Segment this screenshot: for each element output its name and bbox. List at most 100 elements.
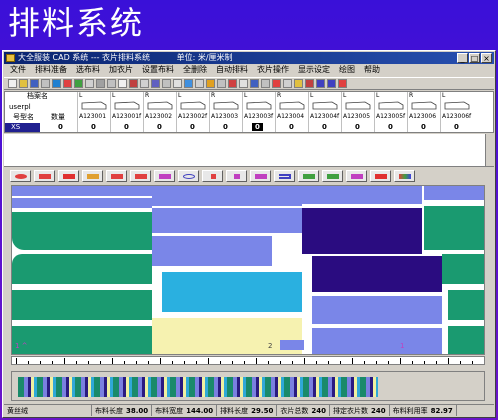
piece-column[interactable]: R A123002 0	[143, 92, 176, 132]
arrange-button[interactable]	[346, 169, 367, 182]
save-icon[interactable]	[30, 79, 39, 88]
fit-icon[interactable]	[217, 79, 226, 88]
view-icon[interactable]	[184, 79, 193, 88]
center-button[interactable]	[178, 169, 199, 182]
pattern-piece[interactable]	[302, 186, 422, 204]
grid-icon[interactable]	[85, 79, 94, 88]
size-xs-row[interactable]: XS	[5, 123, 40, 132]
arrange-icon[interactable]	[74, 79, 83, 88]
pattern-piece[interactable]	[424, 206, 484, 250]
close-button[interactable]: ×	[481, 53, 492, 63]
list-icon[interactable]	[96, 79, 105, 88]
move-down-button[interactable]	[130, 169, 151, 182]
exit-icon[interactable]	[338, 79, 347, 88]
piece-column[interactable]: L A123004f 0	[308, 92, 341, 132]
piece-column[interactable]: L A123006f 0	[440, 92, 473, 132]
measure-icon[interactable]	[173, 79, 182, 88]
pattern-piece[interactable]	[12, 212, 152, 250]
pattern-piece[interactable]	[12, 254, 152, 284]
move-up-button[interactable]	[106, 169, 127, 182]
arrow-right-icon[interactable]	[316, 79, 325, 88]
pattern-piece[interactable]	[442, 254, 484, 284]
grid-button[interactable]	[322, 169, 343, 182]
piece-count[interactable]: 0	[454, 123, 459, 131]
piece-column[interactable]: L A123001f 0	[110, 92, 143, 132]
stop-icon[interactable]	[228, 79, 237, 88]
menu-help[interactable]: 帮助	[364, 64, 380, 76]
piece-column[interactable]: L A123002f 0	[176, 92, 209, 132]
move-left-button[interactable]	[58, 169, 79, 182]
refresh-icon[interactable]	[195, 79, 204, 88]
piece-count[interactable]: 0	[124, 123, 129, 131]
pattern-piece[interactable]	[152, 236, 272, 266]
overlap-button[interactable]	[154, 169, 175, 182]
drop-button[interactable]	[370, 169, 391, 182]
menu-delete-all[interactable]: 全删除	[183, 64, 207, 76]
select-icon[interactable]	[107, 79, 116, 88]
color-icon[interactable]	[250, 79, 259, 88]
pattern-piece[interactable]	[302, 208, 422, 254]
piece-column[interactable]: L A123003f 0	[242, 92, 275, 132]
new-icon[interactable]	[8, 79, 17, 88]
import-icon[interactable]	[52, 79, 61, 88]
menu-file[interactable]: 文件	[10, 64, 26, 76]
piece-count[interactable]: 0	[223, 123, 228, 131]
arrow-left-icon[interactable]	[327, 79, 336, 88]
pattern-piece[interactable]	[312, 328, 442, 354]
delete-icon[interactable]	[63, 79, 72, 88]
pattern-piece[interactable]	[152, 208, 302, 233]
pattern-piece[interactable]	[12, 186, 152, 196]
pattern-piece[interactable]	[12, 326, 152, 354]
pattern-piece[interactable]	[424, 186, 484, 200]
pattern-piece[interactable]	[280, 340, 304, 350]
red-flag-icon[interactable]	[305, 79, 314, 88]
piece-column[interactable]: R A123003 0	[209, 92, 242, 132]
pan-button[interactable]	[298, 169, 319, 182]
pattern-piece[interactable]	[448, 326, 484, 354]
menu-plot[interactable]: 绘图	[339, 64, 355, 76]
piece-count[interactable]: 0	[355, 123, 360, 131]
menu-add-piece[interactable]: 加衣片	[109, 64, 133, 76]
colors-button[interactable]	[394, 169, 415, 182]
preview-scrollbar[interactable]	[485, 134, 494, 166]
pattern-piece[interactable]	[312, 296, 442, 324]
piece-count[interactable]: 0	[91, 123, 96, 131]
piece-count[interactable]: 0	[322, 123, 327, 131]
undo-button[interactable]	[274, 169, 295, 182]
align-icon[interactable]	[162, 79, 171, 88]
zoom-icon[interactable]	[118, 79, 127, 88]
push-left-button[interactable]	[250, 169, 271, 182]
folder-icon[interactable]	[294, 79, 303, 88]
piece-count[interactable]: 0	[421, 123, 426, 131]
move-right-button[interactable]	[82, 169, 103, 182]
flip-piece-button[interactable]	[34, 169, 55, 182]
flag-icon[interactable]	[272, 79, 281, 88]
menu-piece-ops[interactable]: 衣片操作	[257, 64, 289, 76]
marker-canvas[interactable]: 1 ^ 2 1	[11, 185, 485, 355]
menu-display[interactable]: 显示设定	[298, 64, 330, 76]
piece-column[interactable]: R A123006 0	[407, 92, 440, 132]
piece-count[interactable]: 0	[388, 123, 393, 131]
piece-column[interactable]: L A123001 0	[77, 92, 110, 132]
pattern-piece[interactable]	[162, 272, 302, 312]
pattern-piece[interactable]	[12, 198, 152, 208]
settings-icon[interactable]	[261, 79, 270, 88]
menu-fabric[interactable]: 选布料	[76, 64, 100, 76]
pattern-piece[interactable]	[312, 256, 442, 292]
pattern-piece[interactable]	[152, 186, 302, 206]
print-icon[interactable]	[41, 79, 50, 88]
marker-overview[interactable]	[11, 371, 485, 401]
layer-icon[interactable]	[239, 79, 248, 88]
ruler-icon[interactable]	[283, 79, 292, 88]
pattern-piece[interactable]	[448, 290, 484, 320]
open-icon[interactable]	[19, 79, 28, 88]
piece-count[interactable]: 0	[190, 123, 195, 131]
minimize-button[interactable]: _	[457, 53, 468, 63]
piece-count[interactable]: 0	[289, 123, 294, 131]
menu-set-fabric[interactable]: 设置布料	[142, 64, 174, 76]
rotate-icon[interactable]	[129, 79, 138, 88]
flip-icon[interactable]	[140, 79, 149, 88]
pin-button[interactable]	[202, 169, 223, 182]
separate-button[interactable]	[226, 169, 247, 182]
piece-column[interactable]: L A123005f 0	[374, 92, 407, 132]
